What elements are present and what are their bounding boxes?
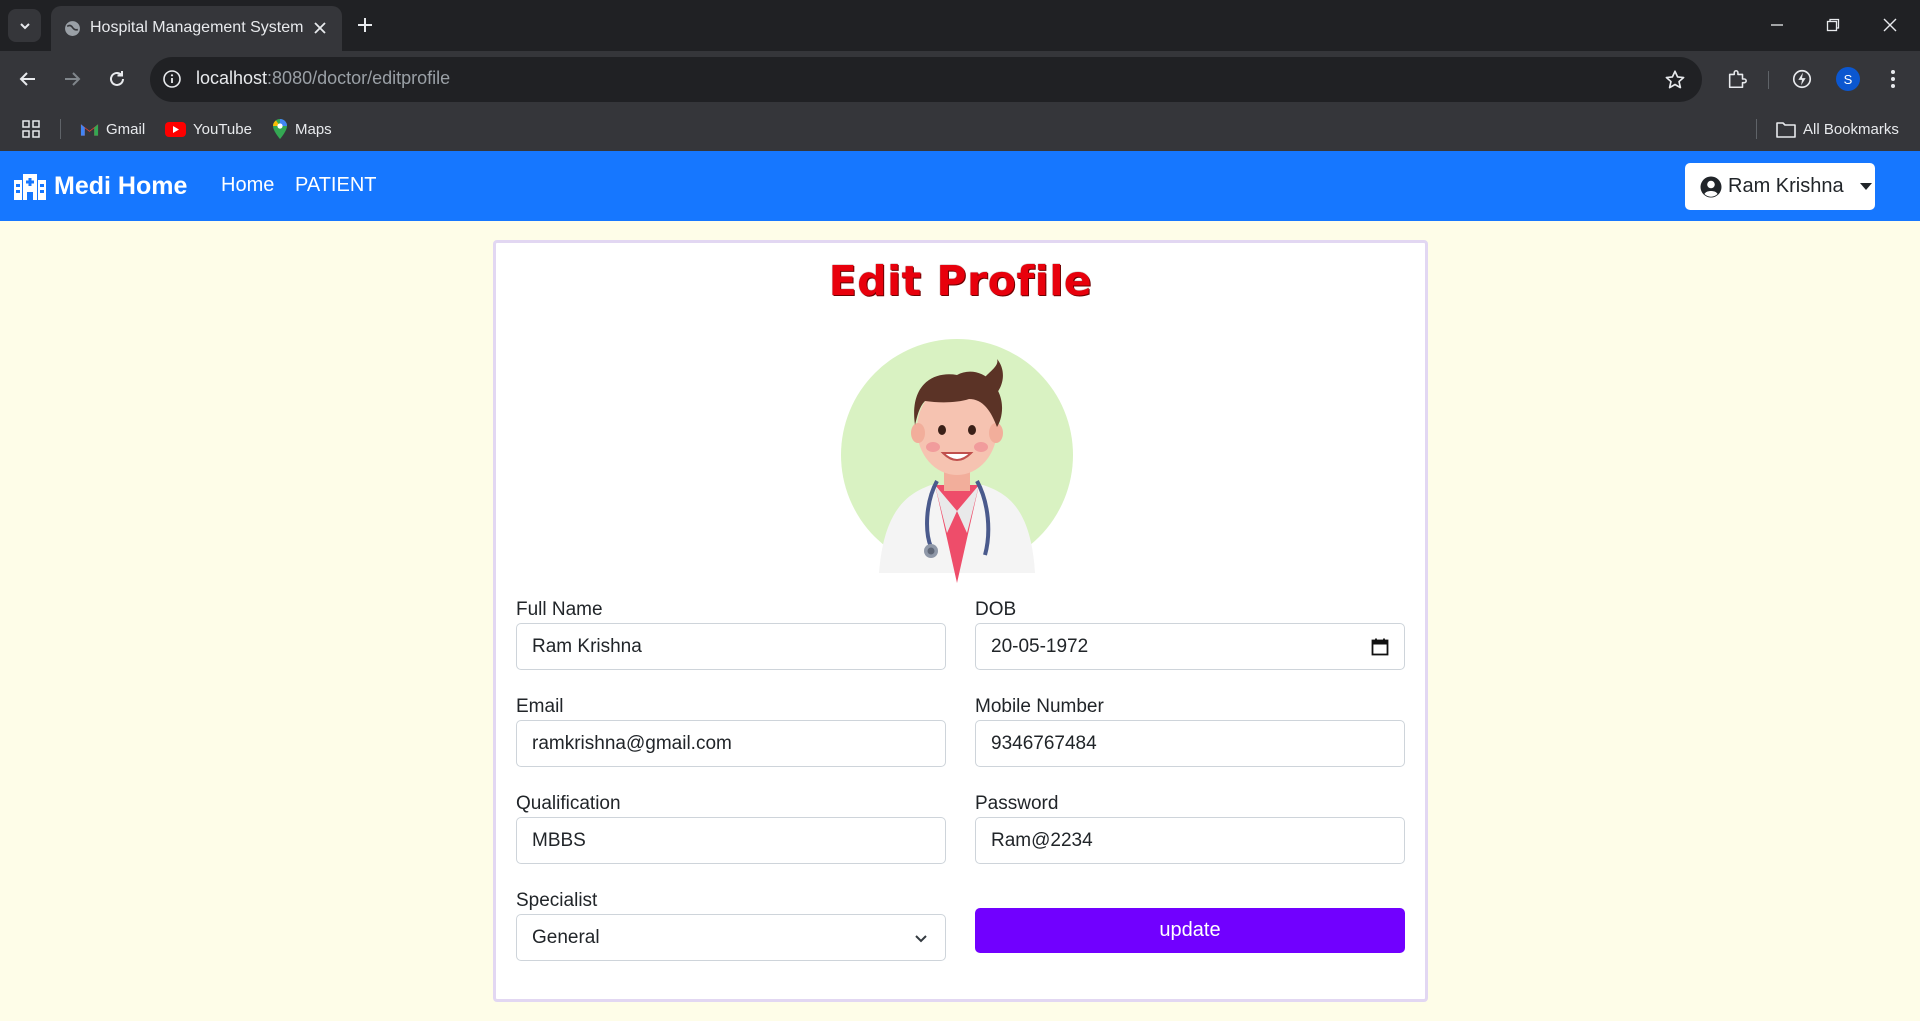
close-icon xyxy=(1883,18,1897,32)
bookmarks-divider xyxy=(1756,119,1757,139)
browser-tab-active[interactable]: Hospital Management System xyxy=(51,6,342,51)
address-bar[interactable]: localhost:8080/doctor/editprofile xyxy=(150,57,1702,102)
kebab-menu-icon xyxy=(1891,70,1895,88)
speed-icon xyxy=(1792,69,1812,89)
profile-avatar[interactable]: S xyxy=(1836,67,1860,91)
dob-value: 20-05-1972 xyxy=(991,635,1089,657)
window-close-button[interactable] xyxy=(1875,10,1905,40)
folder-icon xyxy=(1776,121,1796,138)
hospital-icon xyxy=(14,173,46,200)
new-tab-button[interactable] xyxy=(352,12,378,38)
email-label: Email xyxy=(516,696,564,717)
bookmark-maps[interactable]: Maps xyxy=(272,117,332,141)
qualification-value: MBBS xyxy=(532,829,586,851)
dob-input[interactable]: 20-05-1972 xyxy=(975,623,1405,670)
specialist-select[interactable]: General xyxy=(516,914,946,961)
page-title: Edit Profile xyxy=(828,257,1093,305)
brand-link[interactable]: Medi Home xyxy=(14,172,187,201)
nav-link-patient[interactable]: PATIENT xyxy=(295,174,376,197)
plus-icon xyxy=(358,18,372,32)
bookmark-youtube[interactable]: YouTube xyxy=(165,117,252,141)
globe-icon xyxy=(65,21,80,36)
caret-down-icon xyxy=(1859,183,1872,190)
brand-name: Medi Home xyxy=(54,172,188,200)
toolbar-divider xyxy=(1768,71,1769,89)
user-dropdown-button[interactable]: Ram Krishna xyxy=(1685,163,1875,210)
bookmarks-divider xyxy=(60,119,61,139)
update-button[interactable]: update xyxy=(975,908,1405,953)
calendar-icon[interactable] xyxy=(1370,637,1390,657)
mobile-label: Mobile Number xyxy=(975,696,1104,717)
restore-icon xyxy=(1826,18,1840,32)
edit-profile-card: Edit Profile Full Name Ram Krishna DOB 2… xyxy=(493,240,1428,1002)
full-name-input[interactable]: Ram Krishna xyxy=(516,623,946,670)
all-bookmarks-button[interactable]: All Bookmarks xyxy=(1776,117,1899,141)
qualification-label: Qualification xyxy=(516,793,621,814)
puzzle-icon xyxy=(1728,69,1747,89)
qualification-input[interactable]: MBBS xyxy=(516,817,946,864)
user-name: Ram Krishna xyxy=(1728,175,1844,197)
star-icon xyxy=(1665,70,1685,89)
password-value: Ram@2234 xyxy=(991,829,1093,851)
reload-button[interactable] xyxy=(102,64,132,94)
password-input[interactable]: Ram@2234 xyxy=(975,817,1405,864)
url-path: :8080/doctor/editprofile xyxy=(267,68,451,88)
tab-search-button[interactable] xyxy=(8,9,41,42)
dob-label: DOB xyxy=(975,599,1017,620)
bookmark-label: YouTube xyxy=(193,120,252,138)
bookmark-gmail[interactable]: Gmail xyxy=(80,117,145,141)
minimize-icon xyxy=(1771,24,1783,26)
nav-link-home[interactable]: Home xyxy=(221,174,274,197)
minimize-button[interactable] xyxy=(1762,10,1792,40)
bookmarks-bar: Gmail YouTube Maps All Bookmarks xyxy=(0,107,1920,151)
maps-icon xyxy=(273,119,287,139)
url-host: localhost xyxy=(196,68,268,88)
mobile-value: 9346767484 xyxy=(991,732,1097,754)
extensions-button[interactable] xyxy=(1722,64,1752,94)
arrow-left-icon xyxy=(19,72,35,86)
email-input[interactable]: ramkrishna@gmail.com xyxy=(516,720,946,767)
full-name-label: Full Name xyxy=(516,599,603,620)
reload-icon xyxy=(110,71,124,86)
forward-button[interactable] xyxy=(57,64,87,94)
browser-menu-button[interactable] xyxy=(1878,64,1908,94)
info-icon xyxy=(163,70,181,88)
performance-button[interactable] xyxy=(1787,64,1817,94)
browser-tabstrip: Hospital Management System xyxy=(0,0,1920,51)
site-navbar: Medi Home Home PATIENT Ram Krishna xyxy=(0,151,1920,221)
site-info-button[interactable] xyxy=(160,67,184,91)
youtube-icon xyxy=(165,121,186,137)
apps-button[interactable] xyxy=(21,117,41,141)
email-value: ramkrishna@gmail.com xyxy=(532,732,732,754)
specialist-value: General xyxy=(532,926,600,948)
doctor-avatar-image xyxy=(841,339,1073,583)
gmail-icon xyxy=(80,123,99,136)
all-bookmarks-label: All Bookmarks xyxy=(1803,120,1899,138)
tab-close-button[interactable] xyxy=(309,17,331,39)
tab-title: Hospital Management System xyxy=(90,19,304,36)
browser-toolbar: localhost:8080/doctor/editprofile S xyxy=(0,51,1920,107)
full-name-value: Ram Krishna xyxy=(532,635,642,657)
close-icon xyxy=(314,22,326,34)
specialist-label: Specialist xyxy=(516,890,598,911)
bookmark-label: Gmail xyxy=(106,120,146,138)
mobile-input[interactable]: 9346767484 xyxy=(975,720,1405,767)
apps-grid-icon xyxy=(22,120,40,138)
password-label: Password xyxy=(975,793,1059,814)
page-content: Medi Home Home PATIENT Ram Krishna Edit … xyxy=(0,151,1920,1021)
bookmark-label: Maps xyxy=(295,120,332,138)
arrow-right-icon xyxy=(65,72,81,86)
chevron-down-icon xyxy=(19,22,30,29)
user-circle-icon xyxy=(1700,176,1722,197)
restore-button[interactable] xyxy=(1818,10,1848,40)
bookmark-star-button[interactable] xyxy=(1662,67,1688,93)
back-button[interactable] xyxy=(13,64,43,94)
url-text: localhost:8080/doctor/editprofile xyxy=(196,68,450,89)
chevron-down-icon xyxy=(911,928,931,948)
